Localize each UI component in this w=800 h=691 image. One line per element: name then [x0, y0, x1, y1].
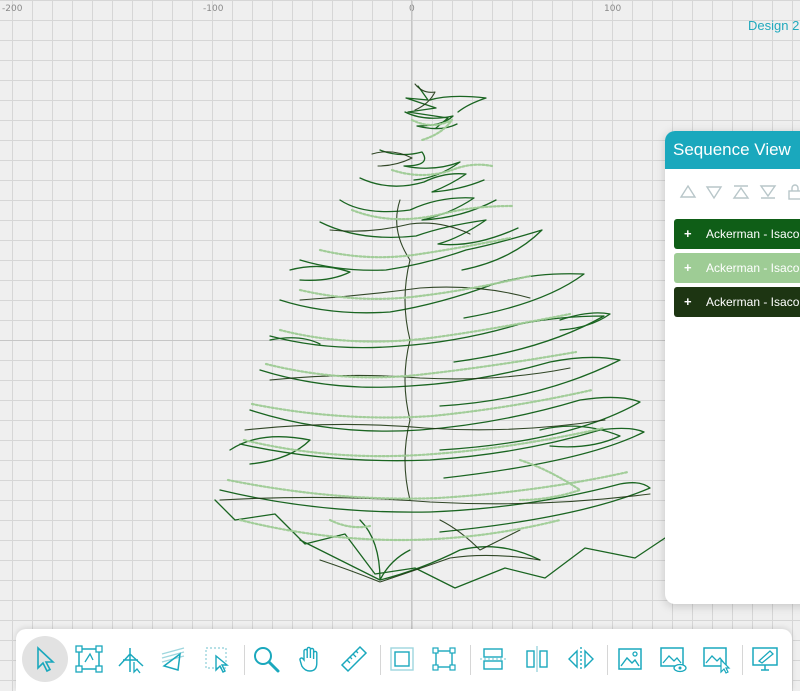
pan-hand-icon: [299, 646, 318, 672]
expand-plus-icon[interactable]: +: [684, 219, 692, 249]
move-down-icon[interactable]: [705, 183, 723, 201]
ungroup-button[interactable]: [425, 640, 463, 678]
select-arrow-icon: [37, 646, 56, 673]
move-top-icon[interactable]: [732, 183, 750, 201]
align-vertical-button[interactable]: [518, 640, 556, 678]
sequence-toolbar: [665, 169, 800, 213]
sequence-view-panel: Sequence View + Ackerman - Isacord + Ack…: [665, 131, 800, 604]
stitch-direction-tool-button[interactable]: [154, 640, 192, 678]
image-button[interactable]: [611, 640, 649, 678]
toolbar-divider: [470, 645, 471, 675]
lock-icon[interactable]: [786, 183, 800, 201]
image-select-button[interactable]: [697, 640, 735, 678]
bottom-toolbar: [16, 629, 792, 691]
transform-box-icon: [75, 645, 103, 673]
align-vertical-icon: [526, 646, 548, 672]
group-button[interactable]: [383, 640, 421, 678]
freehand-select-icon: [205, 647, 229, 673]
image-icon: [618, 648, 642, 670]
stitch-direction-icon: [161, 647, 185, 671]
sequence-row-label: Ackerman - Isacord: [706, 261, 800, 275]
sequence-row-label: Ackerman - Isacord: [706, 227, 800, 241]
group-icon: [390, 647, 414, 671]
transform-tool-button[interactable]: [70, 640, 108, 678]
toolbar-divider: [607, 645, 608, 675]
mirror-icon: [568, 647, 594, 671]
move-bottom-icon[interactable]: [759, 183, 777, 201]
move-up-icon[interactable]: [679, 183, 697, 201]
freehand-select-tool-button[interactable]: [198, 640, 236, 678]
sequence-row-label: Ackerman - Isacord: [706, 295, 800, 309]
ruler-tool-button[interactable]: [335, 640, 373, 678]
toolbar-divider: [742, 645, 743, 675]
align-horizontal-button[interactable]: [474, 640, 512, 678]
align-horizontal-icon: [480, 648, 506, 670]
mirror-button[interactable]: [562, 640, 600, 678]
sequence-view-title: Sequence View: [665, 131, 800, 169]
expand-plus-icon[interactable]: +: [684, 287, 692, 317]
zoom-icon: [254, 647, 280, 673]
monitor-draw-icon: [752, 647, 778, 671]
zoom-tool-button[interactable]: [247, 640, 285, 678]
image-visibility-icon: [660, 647, 687, 673]
node-edit-icon: [118, 648, 144, 674]
select-tool-button[interactable]: [22, 636, 68, 682]
expand-plus-icon[interactable]: +: [684, 253, 692, 283]
node-edit-tool-button[interactable]: [112, 640, 150, 678]
monitor-draw-button[interactable]: [746, 640, 784, 678]
image-visibility-button[interactable]: [654, 640, 692, 678]
ruler-icon: [340, 645, 368, 673]
sequence-row[interactable]: + Ackerman - Isacord: [674, 253, 800, 283]
image-select-icon: [703, 647, 731, 674]
sequence-row[interactable]: + Ackerman - Isacord: [674, 287, 800, 317]
ungroup-icon: [432, 647, 456, 671]
toolbar-divider: [380, 645, 381, 675]
pan-tool-button[interactable]: [291, 640, 329, 678]
sequence-list: + Ackerman - Isacord + Ackerman - Isacor…: [674, 219, 800, 321]
sequence-row[interactable]: + Ackerman - Isacord: [674, 219, 800, 249]
toolbar-divider: [244, 645, 245, 675]
